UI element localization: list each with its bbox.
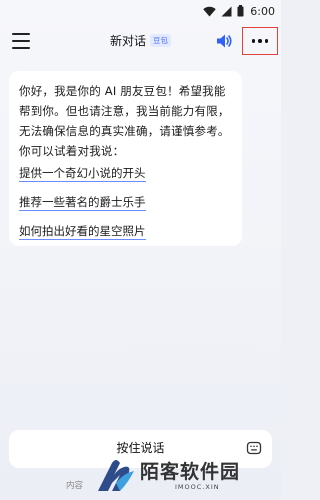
suggestion-item[interactable]: 推荐一些著名的爵士乐手 bbox=[19, 195, 146, 211]
conversation-title: 新对话 豆包 bbox=[0, 32, 281, 49]
app-screen: 6:00 新对话 豆包 你好，我是你的 AI 朋友豆包！希望我能帮到你。但也请注… bbox=[0, 0, 281, 500]
suggestion-item[interactable]: 如何拍出好看的星空照片 bbox=[19, 224, 146, 240]
watermark: 陌客软件园 IMOOC.XIN bbox=[94, 451, 274, 499]
bot-name-badge: 豆包 bbox=[150, 34, 171, 47]
status-bar: 6:00 bbox=[0, 0, 281, 22]
bot-message-bubble: 你好，我是你的 AI 朋友豆包！希望我能帮到你。但也请注意，我当前能力有限，无法… bbox=[9, 71, 242, 246]
battery-icon bbox=[237, 5, 244, 17]
signal-icon bbox=[221, 6, 232, 16]
page-title: 新对话 bbox=[109, 34, 146, 48]
ai-disclaimer-text: 内容 bbox=[66, 481, 84, 491]
watermark-text: 陌客软件园 bbox=[140, 461, 241, 483]
wifi-icon bbox=[203, 6, 216, 16]
watermark-subtext: IMOOC.XIN bbox=[175, 483, 220, 491]
status-time: 6:00 bbox=[250, 4, 275, 18]
watermark-logo-icon bbox=[98, 460, 134, 491]
suggestion-list: 提供一个奇幻小说的开头 推荐一些著名的爵士乐手 如何拍出好看的星空照片 bbox=[19, 166, 232, 240]
bot-greeting-text: 你好，我是你的 AI 朋友豆包！希望我能帮到你。但也请注意，我当前能力有限，无法… bbox=[19, 84, 230, 158]
more-icon bbox=[251, 39, 256, 43]
more-options-button[interactable] bbox=[242, 27, 278, 55]
top-nav-bar: 新对话 豆包 bbox=[0, 24, 281, 58]
speaker-icon[interactable] bbox=[215, 32, 233, 50]
suggestion-item[interactable]: 提供一个奇幻小说的开头 bbox=[19, 166, 146, 182]
